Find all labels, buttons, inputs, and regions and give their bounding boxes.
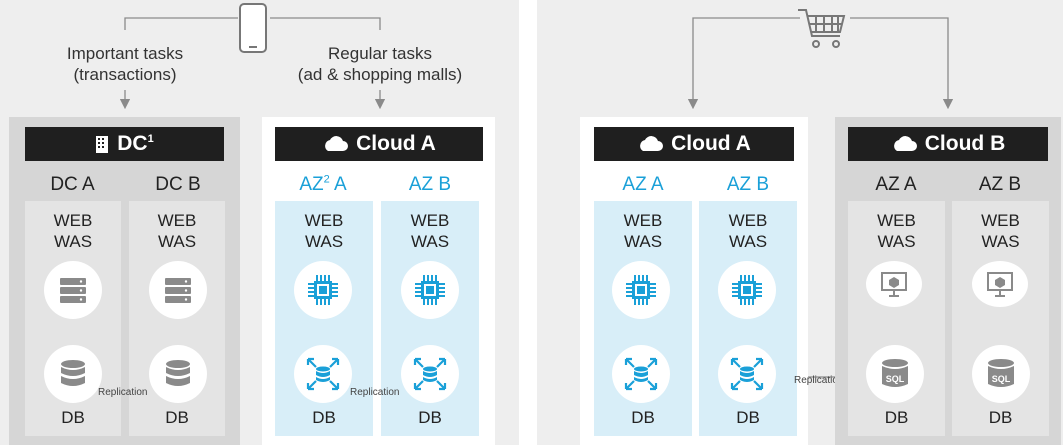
server-icon <box>44 261 102 319</box>
right-az-b-web-was: WEB WAS <box>728 211 768 251</box>
building-icon <box>96 136 109 153</box>
az-a-label: AZ2 A <box>299 173 347 195</box>
cloud-b-az-a-web-was: WEB WAS <box>877 211 916 251</box>
dc-b-db-label: DB <box>165 408 189 427</box>
replication-label: Replication <box>98 387 148 398</box>
regular-tasks-label: Regular tasks (ad & shopping malls) <box>297 44 463 84</box>
dc-a-web-was: WEB WAS <box>53 211 93 251</box>
az-b-label: AZ B <box>408 174 452 195</box>
az-a-web-was: WEB WAS <box>304 211 344 251</box>
cloud-icon <box>325 136 349 151</box>
important-tasks-label: Important tasks (transactions) <box>66 44 184 84</box>
cpu-chip-icon <box>612 261 670 319</box>
dc-b-label: DC B <box>155 174 201 195</box>
dc-a-label: DC A <box>50 174 95 195</box>
right-az-a-db-label: DB <box>631 408 655 427</box>
smartphone-icon <box>239 3 267 53</box>
cloud-icon <box>640 136 664 151</box>
svg-text:SQL: SQL <box>886 374 905 384</box>
az-b-web-was: WEB WAS <box>410 211 450 251</box>
right-az-b-label: AZ B <box>726 174 770 195</box>
svg-text:SQL: SQL <box>992 374 1011 384</box>
right-az-a-web-was: WEB WAS <box>623 211 663 251</box>
vm-monitor-icon <box>866 261 922 307</box>
dc-a-db-label: DB <box>61 408 85 427</box>
scale-database-icon <box>401 345 459 403</box>
replication-label: Replication <box>350 387 400 398</box>
dc-b-web-was: WEB WAS <box>157 211 197 251</box>
shopping-cart-icon <box>798 9 846 48</box>
az-a-db-label: DB <box>312 408 336 427</box>
cloud-b-az-a-db-label: DB <box>884 408 909 427</box>
az-b-db-label: DB <box>418 408 442 427</box>
server-icon <box>149 261 207 319</box>
cloud-b-az-a-label: AZ A <box>875 174 917 195</box>
cloud-b-header: Cloud B <box>848 127 1048 161</box>
cloud-a-header-left: Cloud A <box>275 127 483 161</box>
cpu-chip-icon <box>294 261 352 319</box>
cloud-b-az-b-label: AZ B <box>978 174 1022 195</box>
cpu-chip-icon <box>718 261 776 319</box>
scale-database-icon <box>718 345 776 403</box>
cloud-icon <box>893 136 917 151</box>
database-icon <box>44 345 102 403</box>
cloud-b-az-b-db-label: DB <box>988 408 1013 427</box>
sql-database-icon: SQL <box>972 345 1030 403</box>
right-az-a-label: AZ A <box>622 174 664 195</box>
dc-header: DC1 <box>25 127 224 161</box>
right-az-b-db-label: DB <box>736 408 760 427</box>
cloud-b-az-b-web-was: WEB WAS <box>981 211 1020 251</box>
vm-monitor-icon <box>972 261 1028 307</box>
sql-database-icon: SQL <box>866 345 924 403</box>
cloud-a-header-right: Cloud A <box>594 127 794 161</box>
scale-database-icon <box>612 345 670 403</box>
scale-database-icon <box>294 345 352 403</box>
database-icon <box>149 345 207 403</box>
cpu-chip-icon <box>401 261 459 319</box>
